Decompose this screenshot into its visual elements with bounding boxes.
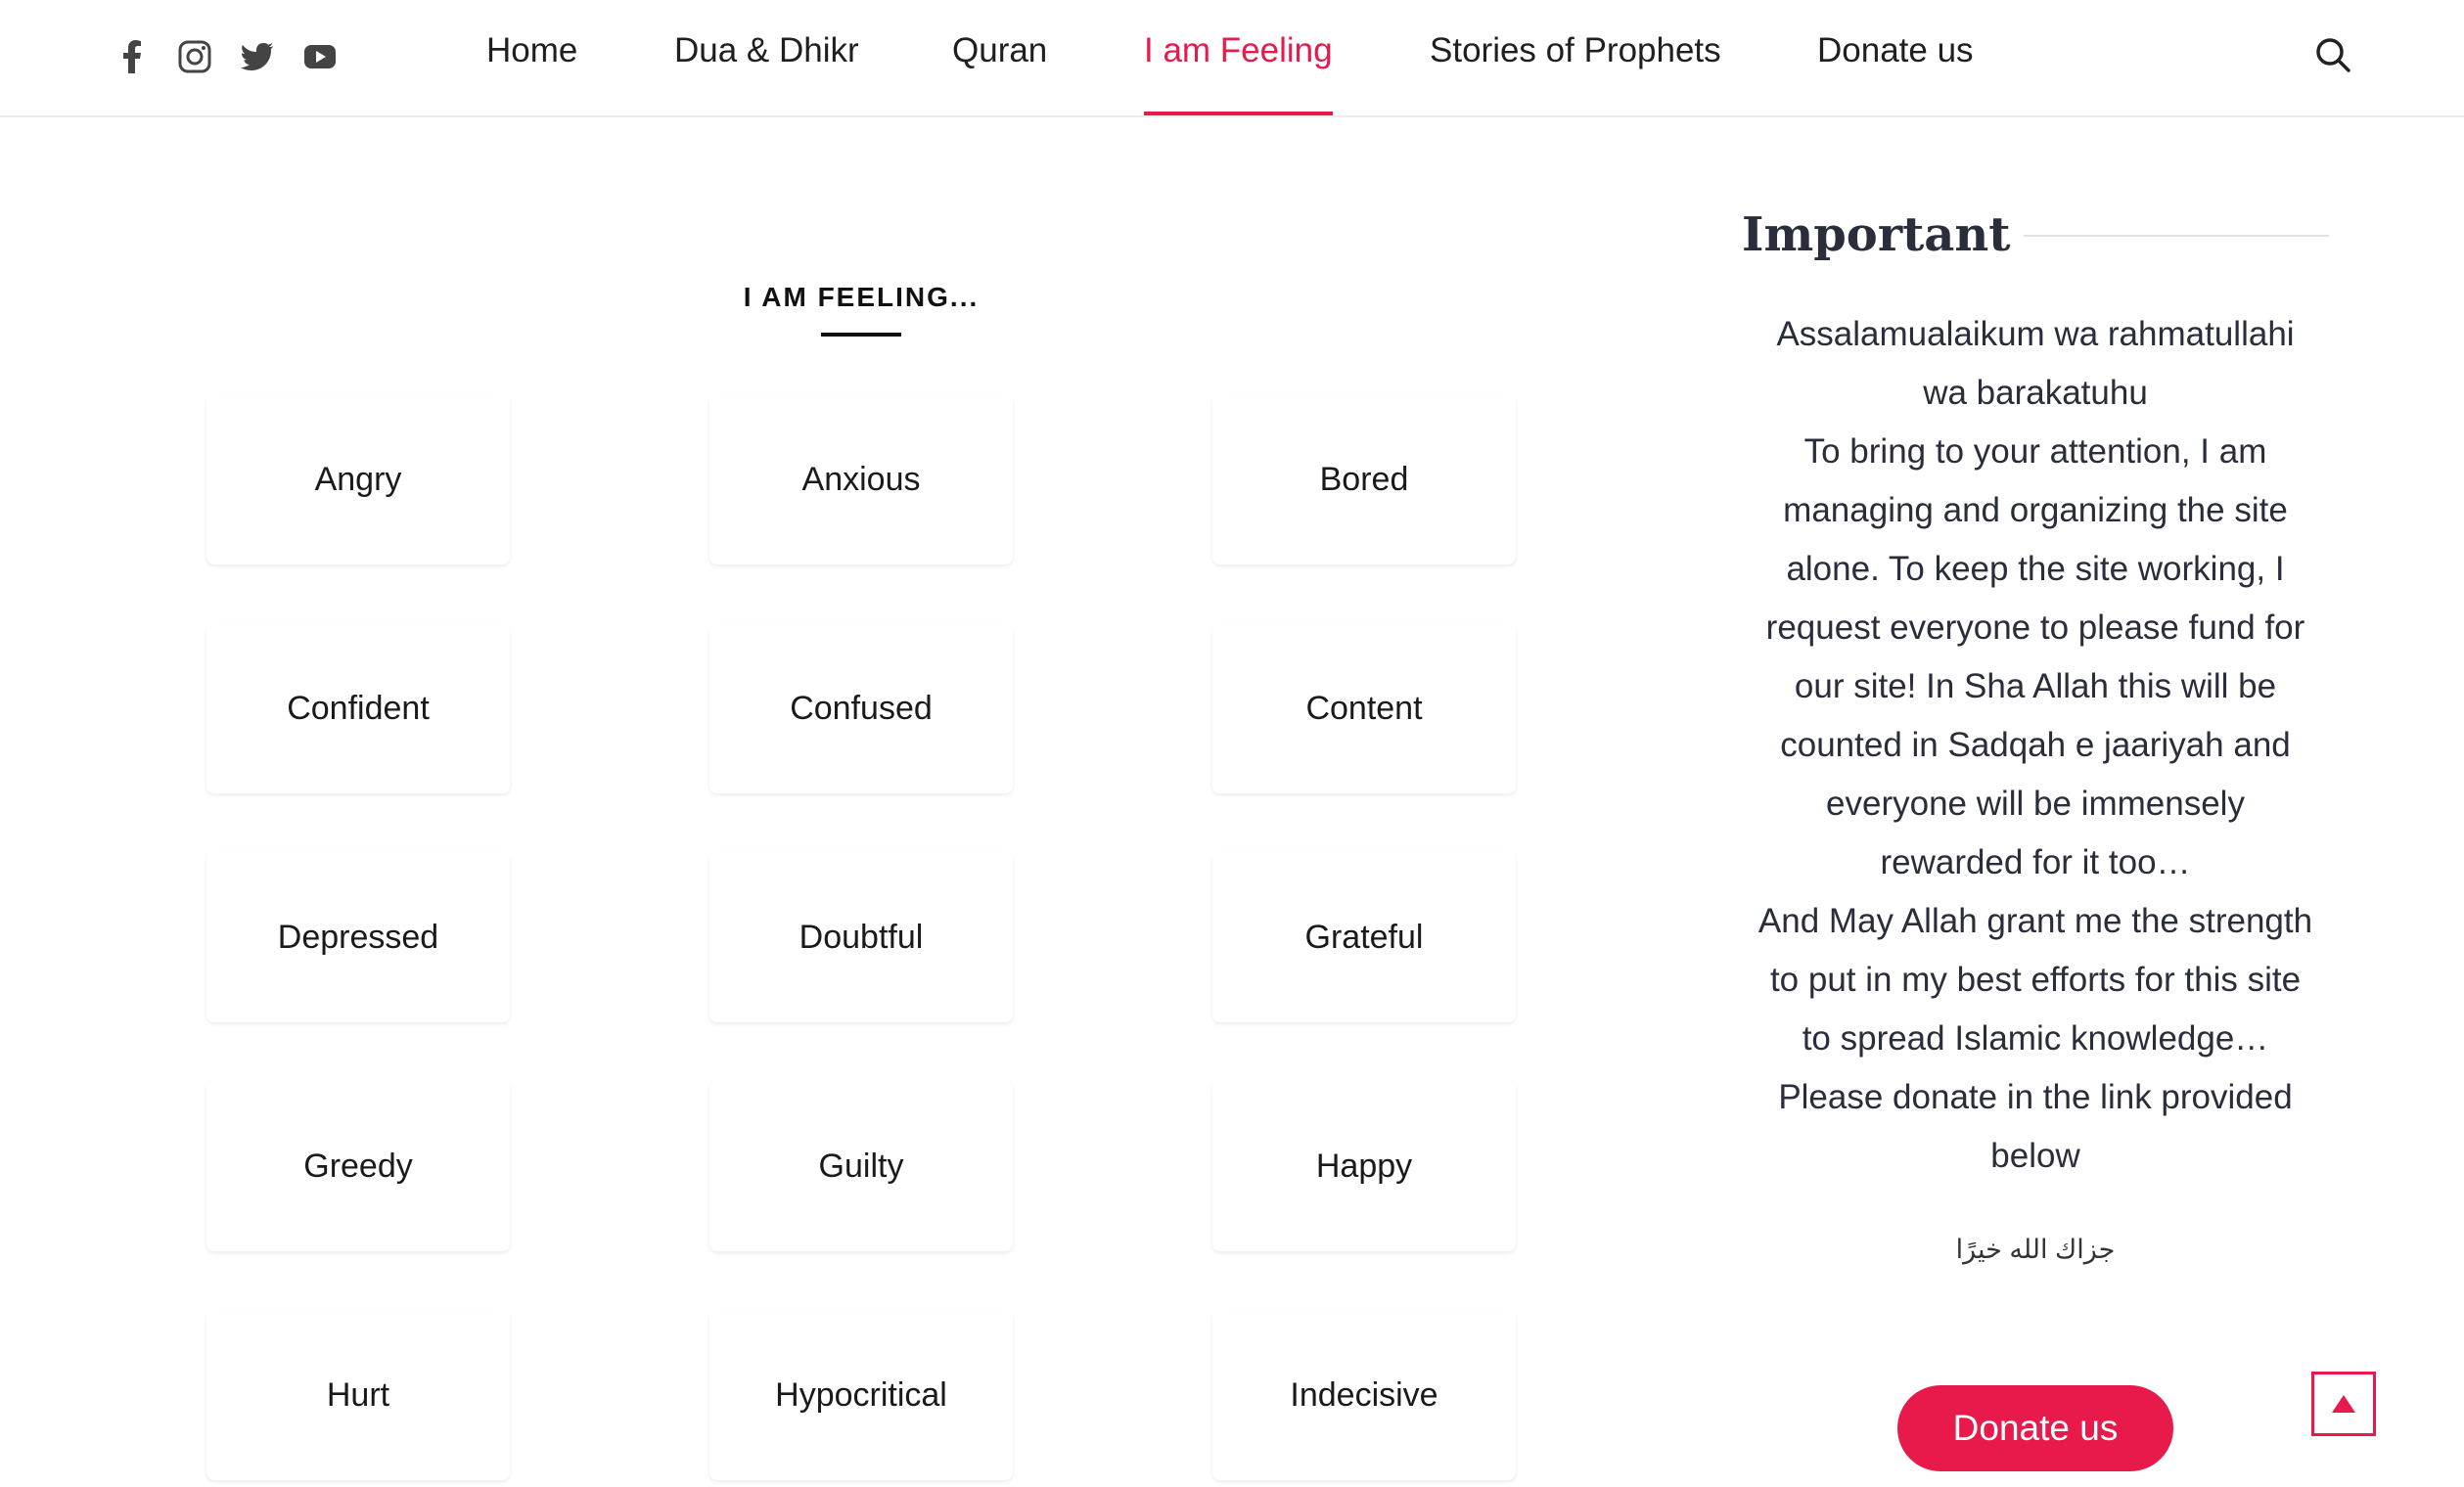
nav-home[interactable]: Home xyxy=(486,31,577,115)
feeling-tile-angry[interactable]: Angry xyxy=(206,394,510,564)
message-line: Please donate in the link provided xyxy=(1778,1078,2293,1116)
arrow-up-icon xyxy=(2332,1395,2355,1413)
feeling-tile-anxious[interactable]: Anxious xyxy=(709,394,1013,564)
feeling-tile-indecisive[interactable]: Indecisive xyxy=(1212,1310,1516,1480)
message-line: wa barakatuhu xyxy=(1923,374,2148,412)
feeling-tile-guilty[interactable]: Guilty xyxy=(709,1081,1013,1251)
scroll-to-top-button[interactable] xyxy=(2311,1372,2376,1436)
feeling-tile-depressed[interactable]: Depressed xyxy=(206,852,510,1022)
message-line: And May Allah grant me the strength xyxy=(1757,902,2313,940)
youtube-icon[interactable] xyxy=(300,37,340,76)
message-line: request everyone to please fund for xyxy=(1765,608,2305,647)
sidebar-title: Important xyxy=(1742,207,2011,262)
feelings-heading: I AM FEELING... xyxy=(743,282,980,312)
nav-dua-dhikr[interactable]: Dua & Dhikr xyxy=(674,31,859,115)
feeling-tile-hurt[interactable]: Hurt xyxy=(206,1310,510,1480)
nav-stories-of-prophets[interactable]: Stories of Prophets xyxy=(1430,31,1721,115)
top-navigation-bar: Home Dua & Dhikr Quran I am Feeling Stor… xyxy=(0,0,2464,117)
message-line: rewarded for it too… xyxy=(1880,843,2191,881)
sidebar-message: Assalamualaikum wa rahmatullahi wa barak… xyxy=(1732,305,2339,1186)
sidebar-title-rule xyxy=(2024,235,2329,237)
arabic-thanks: جزاك الله خيرًا xyxy=(1955,1235,2116,1264)
message-line: alone. To keep the site working, I xyxy=(1786,550,2285,588)
heading-underline xyxy=(821,333,901,337)
instagram-icon[interactable] xyxy=(175,37,214,76)
feeling-tile-confident[interactable]: Confident xyxy=(206,623,510,793)
feeling-tile-hypocritical[interactable]: Hypocritical xyxy=(709,1310,1013,1480)
nav-i-am-feeling[interactable]: I am Feeling xyxy=(1144,31,1333,115)
message-line: to spread Islamic knowledge… xyxy=(1802,1019,2269,1058)
message-line: Assalamualaikum wa rahmatullahi xyxy=(1776,315,2295,353)
search-icon[interactable] xyxy=(2311,33,2354,76)
feeling-tile-greedy[interactable]: Greedy xyxy=(206,1081,510,1251)
message-line: below xyxy=(1990,1137,2080,1175)
message-line: counted in Sadqah e jaariyah and xyxy=(1780,726,2291,764)
feeling-tile-bored[interactable]: Bored xyxy=(1212,394,1516,564)
feeling-tile-content[interactable]: Content xyxy=(1212,623,1516,793)
message-line: our site! In Sha Allah this will be xyxy=(1794,667,2277,705)
twitter-icon[interactable] xyxy=(238,37,277,76)
feeling-tile-happy[interactable]: Happy xyxy=(1212,1081,1516,1251)
feeling-tile-confused[interactable]: Confused xyxy=(709,623,1013,793)
message-line: managing and organizing the site xyxy=(1783,491,2288,529)
message-line: To bring to your attention, I am xyxy=(1803,432,2267,471)
feeling-tile-grateful[interactable]: Grateful xyxy=(1212,852,1516,1022)
nav-quran[interactable]: Quran xyxy=(952,31,1047,115)
facebook-icon[interactable] xyxy=(113,37,152,76)
feeling-tile-doubtful[interactable]: Doubtful xyxy=(709,852,1013,1022)
message-line: everyone will be immensely xyxy=(1826,785,2245,823)
donate-button[interactable]: Donate us xyxy=(1897,1385,2173,1471)
nav-donate-us[interactable]: Donate us xyxy=(1817,31,1974,115)
message-line: to put in my best efforts for this site xyxy=(1769,961,2302,999)
